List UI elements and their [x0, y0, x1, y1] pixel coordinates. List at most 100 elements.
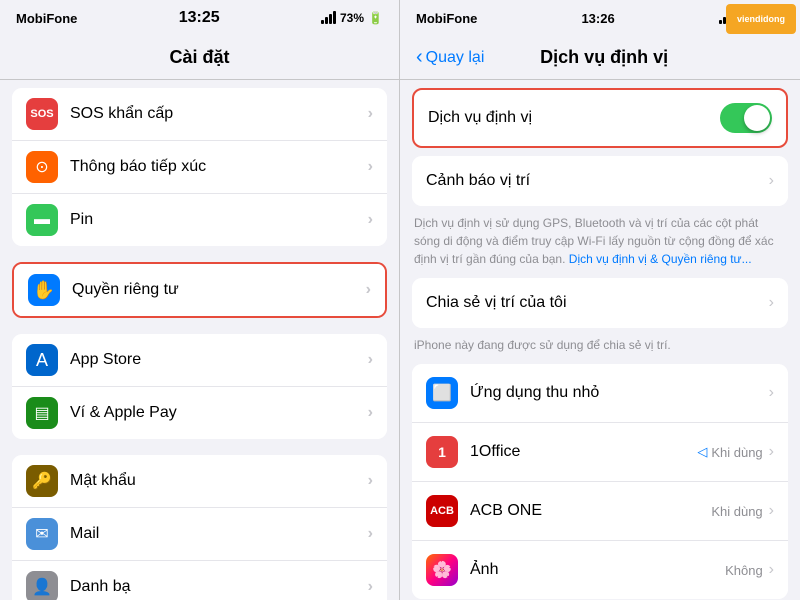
contact-notify-icon: ⊙ — [26, 151, 58, 183]
left-title: Cài đặt — [169, 47, 229, 68]
mail-icon: ✉ — [26, 518, 58, 550]
app-chevron-3: › — [769, 561, 774, 579]
chia-se-description: iPhone này đang được sử dụng để chia sẻ … — [414, 336, 786, 354]
wallet-icon: ▤ — [26, 397, 58, 429]
location-service-label: Dịch vụ định vị — [428, 109, 720, 127]
chia-se-section: Chia sẻ vị trí của tôi › — [412, 278, 788, 328]
passwords-chevron: › — [368, 472, 373, 490]
back-button[interactable]: ‹ Quay lại — [416, 46, 484, 69]
battery-label: Pin — [70, 211, 368, 229]
app-label-1: 1Office — [470, 443, 697, 461]
settings-item-contacts[interactable]: 👤 Danh bạ › — [12, 561, 387, 600]
sos-label: SOS khẩn cấp — [70, 105, 368, 123]
settings-group-4: 🔑 Mật khẩu › ✉ Mail › 👤 Danh bạ › — [12, 455, 387, 600]
left-battery-icon: 🔋 — [368, 11, 383, 25]
settings-item-contact-notify[interactable]: ⊙ Thông báo tiếp xúc › — [12, 141, 387, 194]
wallet-chevron: › — [368, 404, 373, 422]
settings-group-3: A App Store › ▤ Ví & Apple Pay › — [12, 334, 387, 439]
app-chevron-1: › — [769, 443, 774, 461]
appstore-chevron: › — [368, 351, 373, 369]
settings-item-battery[interactable]: ▬ Pin › — [12, 194, 387, 246]
left-status-bar: MobiFone 13:25 73% 🔋 — [0, 0, 399, 36]
left-settings-list: SOS SOS khẩn cấp › ⊙ Thông báo tiếp xúc … — [0, 80, 399, 600]
chia-se-desc-text: iPhone này đang được sử dụng để chia sẻ … — [414, 338, 671, 352]
settings-item-appstore[interactable]: A App Store › — [12, 334, 387, 387]
brand-logo: viendidong — [726, 4, 796, 34]
app-location-icon-1: ◁ — [697, 444, 707, 460]
settings-item-mail[interactable]: ✉ Mail › — [12, 508, 387, 561]
app-icon-0: ⬜ — [426, 377, 458, 409]
privacy-chevron: › — [366, 281, 371, 299]
mail-chevron: › — [368, 525, 373, 543]
contacts-icon: 👤 — [26, 571, 58, 600]
location-service-row[interactable]: Dịch vụ định vị — [414, 90, 786, 146]
canh-bao-label: Cảnh báo vị trí — [426, 172, 769, 190]
settings-group-1: SOS SOS khẩn cấp › ⊙ Thông báo tiếp xúc … — [12, 88, 387, 246]
appstore-label: App Store — [70, 351, 368, 369]
brand-name: viendidong — [737, 14, 785, 24]
canh-bao-chevron: › — [769, 172, 774, 190]
chia-se-label: Chia sẻ vị trí của tôi — [426, 294, 769, 312]
sos-chevron: › — [368, 105, 373, 123]
app-icon-2: ACB — [426, 495, 458, 527]
settings-item-sos[interactable]: SOS SOS khẩn cấp › — [12, 88, 387, 141]
chia-se-chevron: › — [769, 294, 774, 312]
right-content: Dịch vụ định vị Cảnh báo vị trí › Dịch v… — [400, 80, 800, 600]
contacts-label: Danh bạ — [70, 578, 368, 596]
app-status-1: Khi dùng — [711, 445, 762, 460]
battery-chevron: › — [368, 211, 373, 229]
settings-item-privacy[interactable]: ✋ Quyền riêng tư › — [14, 264, 385, 316]
right-time: 13:26 — [581, 11, 614, 26]
wallet-label: Ví & Apple Pay — [70, 404, 368, 422]
back-chevron-icon: ‹ — [416, 46, 423, 69]
left-panel: MobiFone 13:25 73% 🔋 Cài đặt SOS SOS khẩ… — [0, 0, 400, 600]
app-chevron-2: › — [769, 502, 774, 520]
settings-item-wallet[interactable]: ▤ Ví & Apple Pay › — [12, 387, 387, 439]
apps-section: ⬜ Ứng dụng thu nhỏ › 1 1Office ◁ Khi dùn… — [412, 364, 788, 599]
appstore-icon: A — [26, 344, 58, 376]
description-link[interactable]: Dịch vụ định vị & Quyền riêng tư... — [569, 252, 752, 266]
left-time: 13:25 — [179, 9, 220, 27]
location-service-toggle[interactable] — [720, 103, 772, 133]
left-status-icons: 73% 🔋 — [321, 11, 383, 25]
app-row-2[interactable]: ACB ACB ONE Khi dùng › — [412, 482, 788, 541]
app-row-0[interactable]: ⬜ Ứng dụng thu nhỏ › — [412, 364, 788, 423]
battery-icon: ▬ — [26, 204, 58, 236]
toggle-knob — [744, 105, 770, 131]
chia-se-row[interactable]: Chia sẻ vị trí của tôi › — [412, 278, 788, 328]
left-carrier: MobiFone — [16, 11, 77, 26]
right-panel: viendidong MobiFone 13:26 73% 🔋 ‹ Quay l… — [400, 0, 800, 600]
settings-group-privacy: ✋ Quyền riêng tư › — [12, 262, 387, 318]
passwords-icon: 🔑 — [26, 465, 58, 497]
left-signal-icon — [321, 12, 336, 24]
app-icon-3: 🌸 — [426, 554, 458, 586]
app-row-1[interactable]: 1 1Office ◁ Khi dùng › — [412, 423, 788, 482]
privacy-icon: ✋ — [28, 274, 60, 306]
right-nav-header: ‹ Quay lại Dịch vụ định vị — [400, 36, 800, 80]
app-label-3: Ảnh — [470, 561, 725, 579]
back-label: Quay lại — [426, 49, 485, 67]
app-label-0: Ứng dụng thu nhỏ — [470, 384, 769, 402]
settings-item-passwords[interactable]: 🔑 Mật khẩu › — [12, 455, 387, 508]
app-status-2: Khi dùng — [711, 504, 762, 519]
app-status-3: Không — [725, 563, 763, 578]
passwords-label: Mật khẩu — [70, 472, 368, 490]
contact-notify-label: Thông báo tiếp xúc — [70, 158, 368, 176]
location-service-section: Dịch vụ định vị — [412, 88, 788, 148]
right-carrier: MobiFone — [416, 11, 477, 26]
mail-label: Mail — [70, 525, 368, 543]
privacy-label: Quyền riêng tư — [72, 281, 366, 299]
app-chevron-0: › — [769, 384, 774, 402]
app-label-2: ACB ONE — [470, 502, 711, 520]
canh-bao-section: Cảnh báo vị trí › — [412, 156, 788, 206]
right-title: Dịch vụ định vị — [484, 47, 724, 68]
contacts-chevron: › — [368, 578, 373, 596]
left-nav-header: Cài đặt — [0, 36, 399, 80]
app-row-3[interactable]: 🌸 Ảnh Không › — [412, 541, 788, 599]
left-battery: 73% — [340, 11, 364, 25]
canh-bao-row[interactable]: Cảnh báo vị trí › — [412, 156, 788, 206]
contact-notify-chevron: › — [368, 158, 373, 176]
app-icon-1: 1 — [426, 436, 458, 468]
sos-icon: SOS — [26, 98, 58, 130]
location-description: Dịch vụ định vị sử dụng GPS, Bluetooth v… — [414, 214, 786, 268]
